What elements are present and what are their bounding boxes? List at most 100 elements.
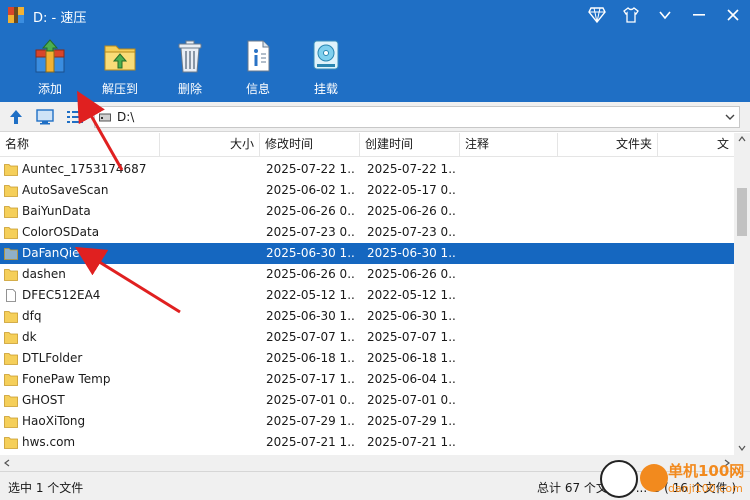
folder-icon bbox=[4, 416, 18, 428]
file-created: 2025-06-18 1... bbox=[367, 351, 457, 365]
file-row[interactable]: BaiYunData 2025-06-26 0... 2025-06-26 0... bbox=[0, 201, 734, 222]
file-row[interactable]: DTLFolder 2025-06-18 1... 2025-06-18 1... bbox=[0, 348, 734, 369]
file-created: 2025-07-22 1... bbox=[367, 162, 457, 176]
folder-icon bbox=[4, 437, 18, 449]
file-name: dk bbox=[22, 330, 37, 344]
skin-icon[interactable] bbox=[580, 0, 614, 30]
arrow-up-icon bbox=[10, 110, 22, 124]
file-name: dfq bbox=[22, 309, 42, 323]
file-created: 2025-07-07 1... bbox=[367, 330, 457, 344]
file-row[interactable]: ColorOSData 2025-07-23 0... 2025-07-23 0..… bbox=[0, 222, 734, 243]
mount-button[interactable]: 挂载 bbox=[292, 34, 360, 100]
file-name: DFEC512EA4 bbox=[22, 288, 101, 302]
file-row[interactable]: DFEC512EA4 2022-05-12 1... 2022-05-12 1... bbox=[0, 285, 734, 306]
add-button[interactable]: 添加 bbox=[16, 34, 84, 100]
desktop-button[interactable] bbox=[34, 106, 56, 128]
file-icon bbox=[6, 289, 16, 302]
file-row[interactable]: FonePaw Temp 2025-07-17 1... 2025-06-04 1.… bbox=[0, 369, 734, 390]
delete-button[interactable]: 删除 bbox=[156, 34, 224, 100]
watermark-logo-icon bbox=[600, 460, 638, 498]
folder-icon bbox=[4, 185, 18, 197]
add-label: 添加 bbox=[37, 82, 62, 96]
address-input[interactable]: D:\ bbox=[94, 106, 740, 128]
vertical-scrollbar[interactable] bbox=[734, 133, 750, 455]
file-created: 2025-07-21 1... bbox=[367, 435, 457, 449]
info-label: 信息 bbox=[245, 82, 270, 96]
scroll-down-icon[interactable] bbox=[738, 445, 746, 451]
file-modified: 2025-06-30 1... bbox=[266, 309, 356, 323]
folder-icon bbox=[4, 269, 18, 281]
window-title: D: - 速压 bbox=[33, 11, 87, 26]
up-button[interactable] bbox=[5, 106, 27, 128]
chevron-down-icon[interactable] bbox=[725, 113, 735, 121]
scrollbar-thumb[interactable] bbox=[737, 188, 747, 236]
header-extra[interactable]: 文 bbox=[658, 133, 734, 157]
file-name: DaFanQie bbox=[22, 246, 80, 260]
menu-icon[interactable] bbox=[648, 0, 682, 30]
header-comment[interactable]: 注释 bbox=[460, 133, 558, 157]
file-name: HaoXiTong bbox=[22, 414, 86, 428]
status-selection: 选中 1 个文件 bbox=[8, 481, 84, 495]
file-row[interactable]: dk 2025-07-07 1... 2025-07-07 1... bbox=[0, 327, 734, 348]
file-created: 2022-05-12 1... bbox=[367, 288, 457, 302]
header-name[interactable]: 名称 bbox=[0, 133, 160, 157]
file-modified: 2025-06-26 0... bbox=[266, 267, 356, 281]
file-created: 2025-06-30 1... bbox=[367, 246, 457, 260]
extract-folder-icon bbox=[104, 45, 136, 71]
folder-icon bbox=[4, 311, 18, 323]
trash-icon bbox=[178, 40, 202, 73]
extract-label: 解压到 bbox=[101, 82, 138, 96]
file-row[interactable]: hws.com 2025-07-21 1... 2025-07-21 1... bbox=[0, 432, 734, 453]
file-row[interactable]: GHOST 2025-07-01 0... 2025-07-01 0... bbox=[0, 390, 734, 411]
info-button[interactable]: 信息 bbox=[224, 34, 292, 100]
header-modified[interactable]: 修改时间 bbox=[260, 133, 360, 157]
file-name: DTLFolder bbox=[22, 351, 83, 365]
file-row[interactable]: dfq 2025-06-30 1... 2025-06-30 1... bbox=[0, 306, 734, 327]
folder-icon bbox=[4, 164, 18, 176]
shirt-icon[interactable] bbox=[614, 0, 648, 30]
folder-icon bbox=[4, 332, 18, 344]
file-created: 2025-06-26 0... bbox=[367, 204, 457, 218]
info-document-icon bbox=[247, 40, 270, 72]
folder-icon bbox=[4, 374, 18, 386]
file-name: hws.com bbox=[22, 435, 76, 449]
file-row[interactable]: HaoXiTong 2025-07-29 1... 2025-07-29 1... bbox=[0, 411, 734, 432]
scroll-up-icon[interactable] bbox=[738, 136, 746, 142]
header-folder[interactable]: 文件夹 bbox=[558, 133, 658, 157]
file-created: 2025-06-30 1... bbox=[367, 309, 457, 323]
file-modified: 2025-07-29 1... bbox=[266, 414, 356, 428]
file-row[interactable]: AutoSaveScan 2025-06-02 1... 2022-05-17 0.… bbox=[0, 180, 734, 201]
column-headers: 名称 大小 修改时间 创建时间 注释 文件夹 文 bbox=[0, 133, 734, 157]
watermark: 单机100网 danji100.com bbox=[600, 458, 750, 500]
header-size[interactable]: 大小 bbox=[160, 133, 260, 157]
view-list-button[interactable] bbox=[64, 106, 86, 128]
file-row[interactable]: Auntec_1753174687 2025-07-22 1... 2025-07-… bbox=[0, 159, 734, 180]
file-created: 2025-06-26 0... bbox=[367, 267, 457, 281]
file-created: 2025-07-23 0... bbox=[367, 225, 457, 239]
file-modified: 2025-07-17 1... bbox=[266, 372, 356, 386]
file-modified: 2025-07-23 0... bbox=[266, 225, 356, 239]
file-row[interactable]: DaFanQie 2025-06-30 1... 2025-06-30 1... bbox=[0, 243, 734, 264]
file-list: Auntec_1753174687 2025-07-22 1... 2025-07-… bbox=[0, 159, 734, 455]
file-created: 2025-06-04 1... bbox=[367, 372, 457, 386]
folder-icon bbox=[4, 206, 18, 218]
scroll-left-icon[interactable] bbox=[4, 459, 10, 467]
toolbar: 添加 解压到 删除 信息 挂载 bbox=[0, 34, 360, 100]
minimize-icon[interactable] bbox=[682, 0, 716, 30]
folder-icon bbox=[4, 395, 18, 407]
folder-icon bbox=[4, 248, 18, 260]
list-view-icon bbox=[67, 111, 83, 123]
extract-button[interactable]: 解压到 bbox=[84, 34, 156, 100]
file-name: GHOST bbox=[22, 393, 65, 407]
watermark-dot-icon bbox=[640, 464, 668, 492]
header-created[interactable]: 创建时间 bbox=[360, 133, 460, 157]
file-modified: 2025-06-18 1... bbox=[266, 351, 356, 365]
delete-label: 删除 bbox=[177, 82, 202, 96]
file-row[interactable]: dashen 2025-06-26 0... 2025-06-26 0... bbox=[0, 264, 734, 285]
monitor-icon bbox=[36, 109, 54, 125]
close-icon[interactable] bbox=[716, 0, 750, 30]
watermark-url: danji100.com bbox=[668, 482, 743, 495]
file-created: 2022-05-17 0... bbox=[367, 183, 457, 197]
file-modified: 2025-07-07 1... bbox=[266, 330, 356, 344]
file-created: 2025-07-29 1... bbox=[367, 414, 457, 428]
